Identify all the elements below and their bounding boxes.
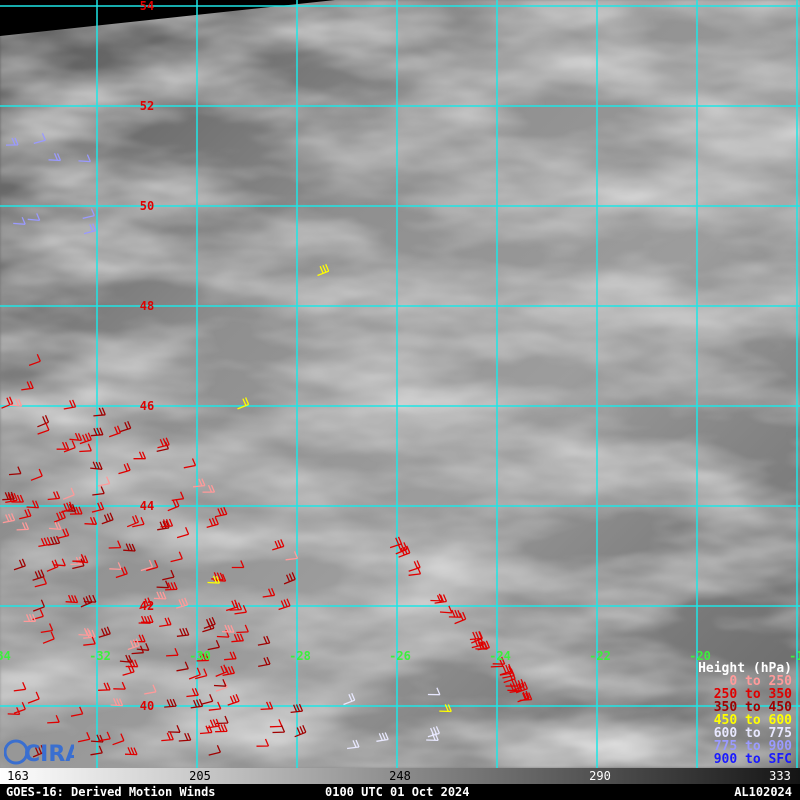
footer-bar: GOES-16: Derived Motion Winds 0100 UTC 0… — [0, 784, 800, 800]
lon-label--34: -34 — [0, 649, 11, 663]
lat-label-46: 46 — [139, 399, 155, 413]
colorbar-tick: 333 — [769, 769, 791, 783]
logo-text: CIRA — [24, 742, 74, 767]
lon-label--26: -26 — [389, 649, 411, 663]
height-legend: Height (hPa) 0 to 250 250 to 350 350 to 45… — [698, 662, 792, 766]
lon-label--28: -28 — [289, 649, 311, 663]
lon-label--24: -24 — [489, 649, 511, 663]
footer-storm-id: AL102024 — [734, 785, 792, 799]
cira-logo-icon: CIRA — [4, 739, 74, 767]
lon-label--32: -32 — [89, 649, 111, 663]
lat-label-48: 48 — [139, 299, 155, 313]
footer-time: 0100 UTC 01 Oct 2024 — [325, 785, 470, 799]
lat-label-40: 40 — [139, 699, 155, 713]
lat-label-50: 50 — [139, 199, 155, 213]
lat-label-52: 52 — [139, 99, 155, 113]
lat-label-42: 42 — [139, 599, 155, 613]
lon-label--30: -30 — [189, 649, 211, 663]
colorbar-tick: 205 — [189, 769, 211, 783]
colorbar-tick: 248 — [389, 769, 411, 783]
lat-label-44: 44 — [139, 499, 155, 513]
lat-label-54: 54 — [139, 0, 155, 13]
satellite-wind-map: 5452504846444240 -34-32-30-28-26-24-22-2… — [0, 0, 800, 800]
colorbar-tick: 290 — [589, 769, 611, 783]
lon-label--22: -22 — [589, 649, 611, 663]
legend-item: 900 to SFC — [713, 752, 792, 767]
colorbar-tick: 163 — [7, 769, 29, 783]
footer-product: GOES-16: Derived Motion Winds — [6, 785, 216, 799]
